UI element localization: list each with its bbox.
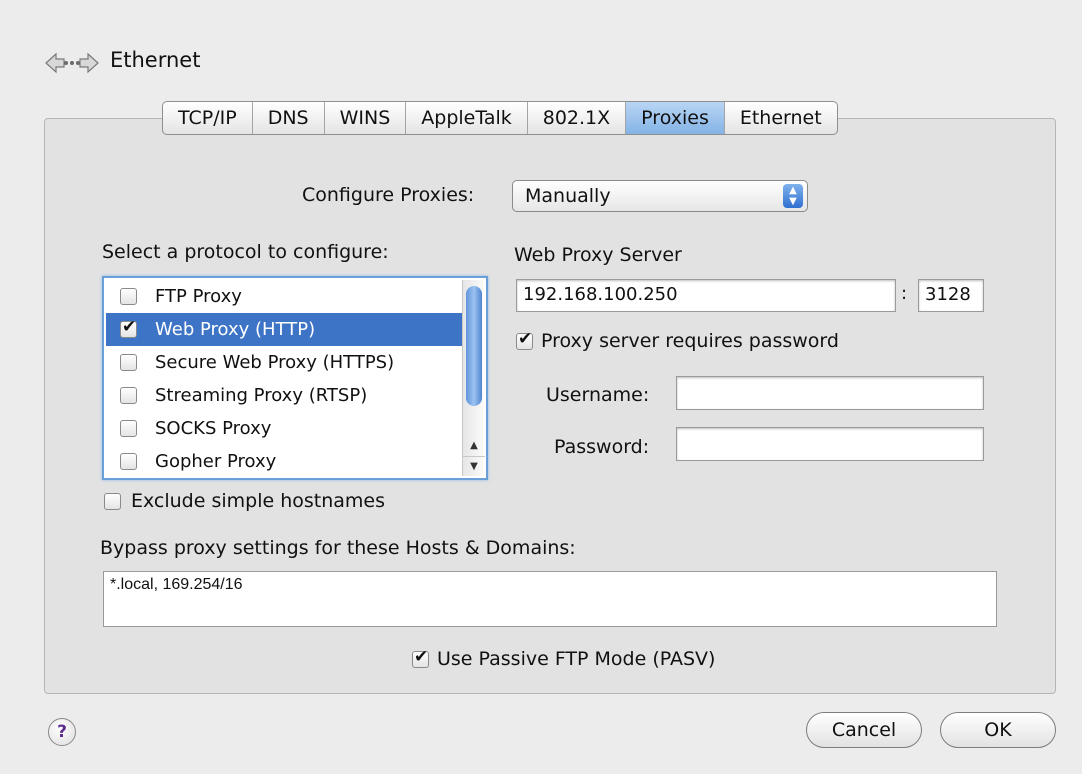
username-label: Username:: [546, 384, 650, 406]
list-item-streaming-proxy[interactable]: Streaming Proxy (RTSP): [106, 379, 462, 412]
tab-tcpip[interactable]: TCP/IP: [163, 102, 253, 134]
password-label: Password:: [554, 436, 650, 458]
list-scrollbar[interactable]: ▲ ▼: [462, 280, 485, 476]
list-item-socks-proxy[interactable]: SOCKS Proxy: [106, 412, 462, 445]
tab-8021x[interactable]: 802.1X: [528, 102, 627, 134]
list-item-web-proxy[interactable]: Web Proxy (HTTP): [106, 313, 462, 346]
ftp-proxy-checkbox[interactable]: [120, 288, 137, 305]
secure-web-proxy-checkbox[interactable]: [120, 354, 137, 371]
port-separator: :: [901, 283, 908, 304]
passive-ftp-checkbox[interactable]: [412, 650, 429, 668]
tab-ethernet[interactable]: Ethernet: [725, 102, 837, 134]
configure-proxies-popup[interactable]: Manually ▲ ▼: [512, 180, 808, 212]
list-item-label: Gopher Proxy: [155, 451, 277, 472]
proxy-server-input[interactable]: 192.168.100.250: [516, 279, 896, 312]
list-item-gopher-proxy[interactable]: Gopher Proxy: [106, 445, 462, 478]
tab-proxies[interactable]: Proxies: [626, 102, 725, 134]
password-input[interactable]: [676, 427, 984, 461]
tab-dns[interactable]: DNS: [253, 102, 325, 134]
ok-button[interactable]: OK: [940, 712, 1056, 748]
scroll-up-arrow-icon[interactable]: ▲: [463, 436, 485, 456]
help-icon[interactable]: ?: [48, 718, 76, 746]
list-item-label: FTP Proxy: [155, 286, 242, 307]
scroll-thumb[interactable]: [466, 286, 482, 406]
tab-bar: TCP/IP DNS WINS AppleTalk 802.1X Proxies…: [162, 101, 838, 135]
web-proxy-checkbox[interactable]: [120, 320, 137, 338]
passive-ftp-option[interactable]: Use Passive FTP Mode (PASV): [412, 648, 715, 670]
scroll-down-arrow-icon[interactable]: ▼: [463, 456, 485, 476]
configure-proxies-label: Configure Proxies:: [302, 184, 475, 206]
passive-ftp-label: Use Passive FTP Mode (PASV): [437, 648, 716, 670]
socks-proxy-checkbox[interactable]: [120, 420, 137, 437]
exclude-simple-hostnames[interactable]: Exclude simple hostnames: [104, 490, 385, 512]
window-title: Ethernet: [110, 48, 201, 72]
gopher-proxy-checkbox[interactable]: [120, 453, 137, 470]
tab-appletalk[interactable]: AppleTalk: [406, 102, 528, 134]
streaming-proxy-checkbox[interactable]: [120, 387, 137, 404]
requires-password-checkbox[interactable]: [516, 332, 533, 350]
username-input[interactable]: [676, 376, 984, 410]
popup-arrows-icon: ▲ ▼: [783, 184, 803, 208]
list-item-label: Web Proxy (HTTP): [155, 319, 316, 340]
tab-wins[interactable]: WINS: [325, 102, 407, 134]
web-proxy-server-heading: Web Proxy Server: [514, 244, 682, 266]
exclude-simple-hostnames-checkbox[interactable]: [104, 492, 121, 510]
proxy-port-input[interactable]: 3128: [918, 279, 984, 312]
requires-password-option[interactable]: Proxy server requires password: [516, 330, 839, 352]
requires-password-label: Proxy server requires password: [541, 330, 839, 352]
network-arrows-icon: [45, 52, 99, 74]
protocol-list[interactable]: FTP Proxy Web Proxy (HTTP) Secure Web Pr…: [102, 276, 488, 480]
list-item-label: SOCKS Proxy: [155, 418, 272, 439]
cancel-button[interactable]: Cancel: [806, 712, 922, 748]
bypass-label: Bypass proxy settings for these Hosts & …: [100, 537, 576, 559]
bypass-hosts-input[interactable]: *.local, 169.254/16: [103, 571, 997, 627]
exclude-simple-hostnames-label: Exclude simple hostnames: [131, 490, 386, 512]
configure-proxies-value: Manually: [525, 185, 611, 207]
list-item-label: Streaming Proxy (RTSP): [155, 385, 368, 406]
list-item-label: Secure Web Proxy (HTTPS): [155, 352, 395, 373]
protocol-list-label: Select a protocol to configure:: [102, 241, 389, 263]
list-item-secure-web-proxy[interactable]: Secure Web Proxy (HTTPS): [106, 346, 462, 379]
list-item-ftp-proxy[interactable]: FTP Proxy: [106, 280, 462, 313]
